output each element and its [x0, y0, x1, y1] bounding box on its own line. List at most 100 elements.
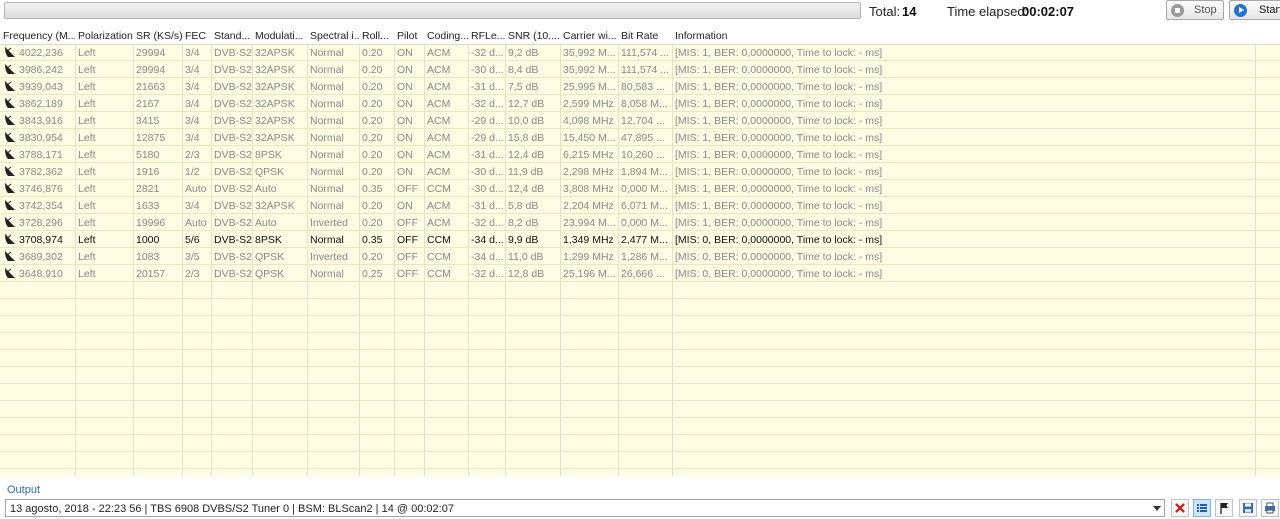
table-row[interactable]: 3939,043 Left 21663 3/4 DVB-S2 32APSK Normal 0.… [0, 78, 1280, 95]
cell-snr: 12,4 dB [508, 183, 545, 195]
column-header-carrier-width[interactable]: Carrier wi... [563, 30, 618, 42]
chevron-down-icon[interactable] [1153, 506, 1161, 511]
satellite-dish-icon [5, 217, 15, 227]
cell-coding: CCM [427, 234, 451, 246]
cell-pilot: ON [397, 132, 413, 144]
cell-information: [MIS: 1, BER: 0,0000000, Time to lock: -… [675, 149, 883, 161]
cell-standard: DVB-S2 [214, 251, 252, 263]
column-header-rf-level[interactable]: RFLe... [471, 30, 505, 42]
cell-frequency: 3746,876 [19, 183, 63, 195]
column-header-polarization[interactable]: Polarization [78, 30, 133, 42]
print-button[interactable] [1261, 499, 1279, 517]
column-header-frequency[interactable]: Frequency (M... [3, 30, 75, 42]
table-row[interactable]: 3648,910 Left 20157 2/3 DVB-S2 QPSK Normal 0.25… [0, 265, 1280, 282]
cell-frequency: 3862,189 [19, 98, 63, 110]
cell-frequency: 3648,910 [19, 268, 63, 280]
cell-rf-level: -31 d... [471, 149, 504, 161]
cell-fec: 3/4 [185, 47, 200, 59]
satellite-dish-icon [5, 200, 15, 210]
cell-carrier-width: 2,204 MHz [563, 200, 614, 212]
start-button[interactable]: Start [1229, 0, 1280, 20]
cell-pilot: ON [397, 166, 413, 178]
cell-spectral-inversion: Normal [310, 166, 344, 178]
results-table[interactable]: Frequency (M... Polarization SR (KS/s) FEC S… [0, 27, 1280, 476]
cell-bit-rate: 47,895 ... [621, 132, 665, 144]
cell-fec: 1/2 [185, 166, 200, 178]
cell-fec: 3/4 [185, 64, 200, 76]
cell-snr: 9,9 dB [508, 234, 539, 246]
table-row[interactable]: 3708,974 Left 1000 5/6 DVB-S2 8PSK Normal 0.35 O… [0, 231, 1280, 248]
cell-spectral-inversion: Normal [310, 98, 344, 110]
table-row[interactable]: 4022,236 Left 29994 3/4 DVB-S2 32APSK Normal 0.… [0, 44, 1280, 61]
cell-information: [MIS: 1, BER: 0,0000000, Time to lock: -… [675, 98, 883, 110]
cell-rf-level: -34 d... [471, 251, 504, 263]
cell-polarization: Left [78, 200, 96, 212]
cell-bit-rate: 111,574 ... [621, 64, 670, 76]
cell-coding: CCM [427, 183, 451, 195]
cell-bit-rate: 12,704 ... [621, 115, 665, 127]
column-header-modulation[interactable]: Modulati... [255, 30, 307, 42]
cell-carrier-width: 35,992 M... [563, 47, 616, 59]
cell-polarization: Left [78, 115, 96, 127]
scan-progress-bar [4, 2, 861, 19]
table-row[interactable]: 3986,242 Left 29994 3/4 DVB-S2 32APSK Normal 0.… [0, 61, 1280, 78]
cell-symbol-rate: 2821 [136, 183, 160, 195]
output-select[interactable]: 13 agosto, 2018 - 22:23 56 | TBS 6908 DV… [5, 499, 1165, 517]
print-icon [1265, 502, 1275, 514]
cell-carrier-width: 1,299 MHz [563, 251, 614, 263]
cell-bit-rate: 2,477 M... [621, 234, 668, 246]
cell-modulation: QPSK [255, 251, 285, 263]
column-header-snr[interactable]: SNR (10.... [508, 30, 560, 42]
column-header-standard[interactable]: Stand... [214, 30, 252, 42]
cell-rf-level: -32 d... [471, 98, 504, 110]
column-header-fec[interactable]: FEC [185, 30, 211, 42]
cell-symbol-rate: 29994 [136, 47, 166, 59]
satellite-dish-icon [5, 268, 15, 278]
table-row[interactable]: 3742,354 Left 1633 3/4 DVB-S2 32APSK Normal 0.2… [0, 197, 1280, 214]
column-header-rolloff[interactable]: Roll... [362, 30, 394, 42]
cell-polarization: Left [78, 132, 96, 144]
cell-rf-level: -30 d... [471, 64, 504, 76]
save-button[interactable] [1239, 499, 1257, 517]
table-row[interactable]: 3830,954 Left 12875 3/4 DVB-S2 32APSK Normal 0.… [0, 129, 1280, 146]
cell-spectral-inversion: Normal [310, 200, 344, 212]
cell-carrier-width: 25,995 M... [563, 81, 616, 93]
column-header-coding[interactable]: Coding... [427, 30, 468, 42]
column-header-information[interactable]: Information [675, 30, 1275, 42]
cell-bit-rate: 10,260 ... [621, 149, 665, 161]
cell-carrier-width: 25,196 M... [563, 268, 616, 280]
cell-modulation: 32APSK [255, 200, 295, 212]
cell-standard: DVB-S2 [214, 132, 252, 144]
output-label: Output [7, 484, 41, 496]
time-elapsed-value: 00:02:07 [1022, 4, 1075, 19]
cell-rf-level: -29 d... [471, 115, 504, 127]
cell-rf-level: -29 d... [471, 132, 504, 144]
column-header-spectral-inversion[interactable]: Spectral i... [310, 30, 359, 42]
cell-spectral-inversion: Normal [310, 234, 344, 246]
cell-pilot: ON [397, 81, 413, 93]
column-header-symbol-rate[interactable]: SR (KS/s) [136, 30, 182, 42]
clear-button[interactable] [1171, 499, 1189, 517]
cell-carrier-width: 15,450 M... [563, 132, 616, 144]
satellite-dish-icon [5, 234, 15, 244]
table-row[interactable]: 3746,876 Left 2821 Auto DVB-S2 Auto Normal 0.35… [0, 180, 1280, 197]
column-header-pilot[interactable]: Pilot [397, 30, 424, 42]
table-row[interactable]: 3788,171 Left 5180 2/3 DVB-S2 8PSK Normal 0.20 O… [0, 146, 1280, 163]
cell-information: [MIS: 1, BER: 0,0000000, Time to lock: -… [675, 183, 883, 195]
table-row[interactable]: 3843,916 Left 3415 3/4 DVB-S2 32APSK Normal 0.2… [0, 112, 1280, 129]
flag-button[interactable] [1215, 499, 1233, 517]
column-header-bit-rate[interactable]: Bit Rate [621, 30, 672, 42]
table-row[interactable]: 3782,362 Left 1916 1/2 DVB-S2 QPSK Normal 0.20 O… [0, 163, 1280, 180]
cell-snr: 8,4 dB [508, 64, 539, 76]
cell-pilot: OFF [397, 251, 418, 263]
list-view-button[interactable] [1193, 499, 1211, 517]
satellite-dish-icon [5, 166, 15, 176]
cell-symbol-rate: 2167 [136, 98, 160, 110]
table-row[interactable]: 3689,302 Left 1083 3/5 DVB-S2 QPSK Inverted 0.2… [0, 248, 1280, 265]
table-row[interactable]: 3728,296 Left 19996 Auto DVB-S2 Auto Inverted 0… [0, 214, 1280, 231]
flag-icon [1220, 503, 1228, 514]
table-row[interactable]: 3862,189 Left 2167 3/4 DVB-S2 32APSK Normal 0.2… [0, 95, 1280, 112]
stop-button[interactable]: Stop [1166, 0, 1224, 20]
cell-carrier-width: 6,215 MHz [563, 149, 614, 161]
cell-carrier-width: 35,992 M... [563, 64, 616, 76]
